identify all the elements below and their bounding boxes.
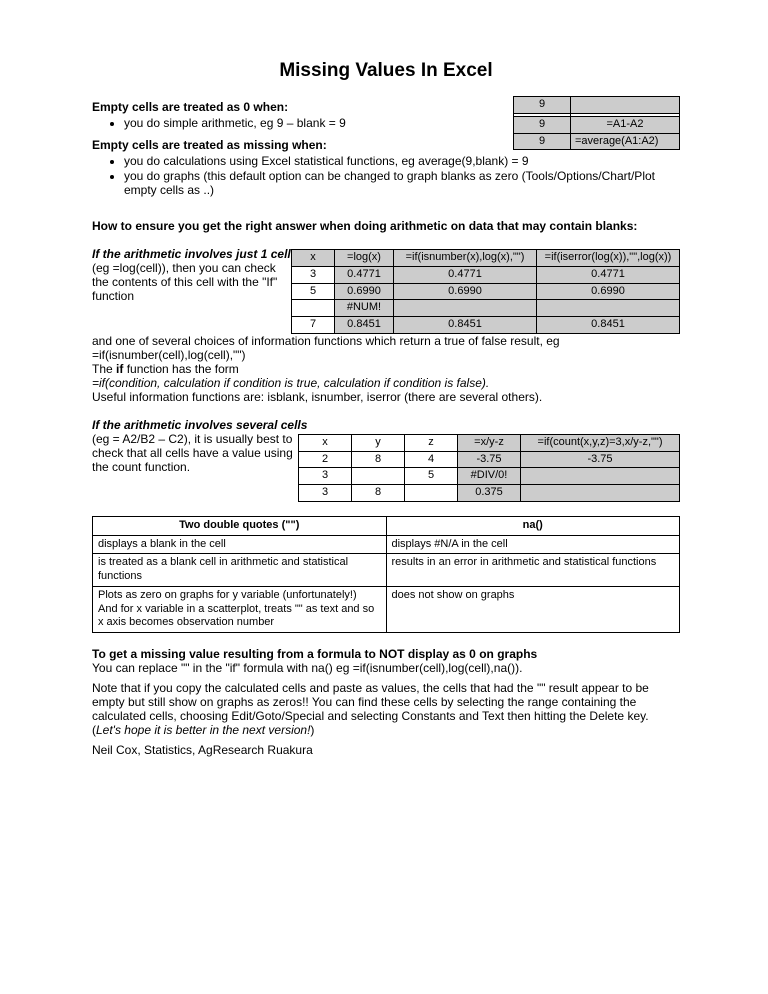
cell: =average(A1:A2)	[571, 133, 680, 150]
section-several-cells: If the arithmetic involves several cells…	[92, 418, 680, 502]
page: Missing Values In Excel 9 9=A1-A2 9=aver…	[0, 0, 768, 994]
bullet: you do graphs (this default option can b…	[124, 169, 680, 197]
log-table: x=log(x)=if(isnumber(x),log(x),"")=if(is…	[291, 249, 680, 334]
text: and one of several choices of informatio…	[92, 334, 680, 362]
footer: Neil Cox, Statistics, AgResearch Ruakura	[92, 743, 680, 757]
text: (eg = A2/B2 – C2), it is usually best to…	[92, 432, 293, 474]
cell: 9	[514, 133, 571, 150]
cell	[571, 97, 680, 114]
heading: How to ensure you get the right answer w…	[92, 219, 680, 233]
section-graphs: To get a missing value resulting from a …	[92, 647, 680, 675]
subhead: If the arithmetic involves several cells	[92, 418, 680, 432]
compare-table-wrap: Two double quotes ("")na() displays a bl…	[92, 516, 680, 633]
heading: To get a missing value resulting from a …	[92, 647, 680, 661]
text: (eg =log(cell)), then you can check the …	[92, 261, 277, 303]
subhead: If the arithmetic involves just 1 cell	[92, 247, 291, 261]
text: Useful information functions are: isblan…	[92, 390, 680, 404]
cell: =A1-A2	[571, 116, 680, 133]
cell: 9	[514, 97, 571, 114]
note: Note that if you copy the calculated cel…	[92, 681, 680, 737]
th: =if(isnumber(x),log(x),"")	[394, 250, 537, 267]
compare-table: Two double quotes ("")na() displays a bl…	[92, 516, 680, 633]
th: x	[292, 250, 335, 267]
th: =if(iserror(log(x)),"",log(x))	[537, 250, 680, 267]
th: =log(x)	[335, 250, 394, 267]
count-table: xyz=x/y-z=if(count(x,y,z)=3,x/y-z,"") 28…	[298, 434, 680, 502]
bullet: you do calculations using Excel statisti…	[124, 154, 680, 168]
cell: 9	[514, 116, 571, 133]
text: The if function has the form	[92, 362, 680, 376]
page-title: Missing Values In Excel	[92, 60, 680, 82]
mini-table: 9 9=A1-A2 9=average(A1:A2)	[513, 96, 680, 150]
text: You can replace "" in the "if" formula w…	[92, 661, 680, 675]
section-one-cell: x=log(x)=if(isnumber(x),log(x),"")=if(is…	[92, 247, 680, 334]
text: =if(condition, calculation if condition …	[92, 376, 680, 390]
